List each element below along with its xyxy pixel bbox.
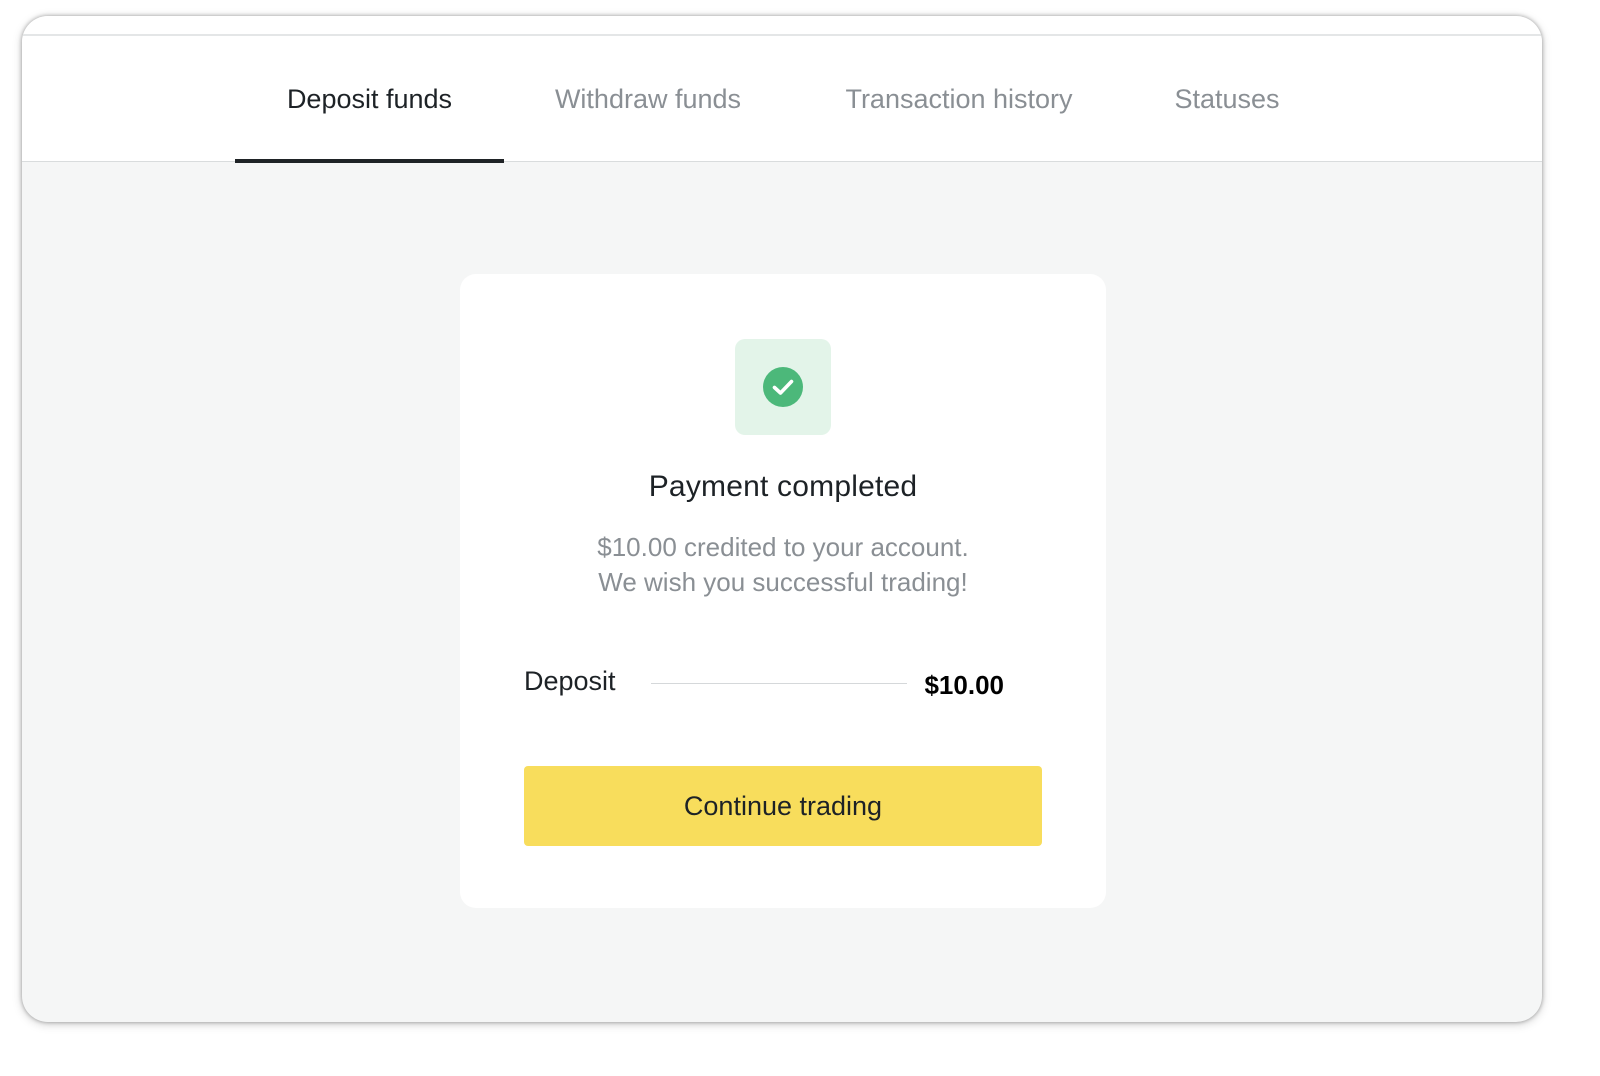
dotted-leader-line xyxy=(651,683,907,684)
check-circle-icon xyxy=(763,367,803,407)
tab-transaction-history[interactable]: Transaction history xyxy=(812,36,1106,162)
success-icon-container xyxy=(735,339,831,435)
app-window: Deposit funds Withdraw funds Transaction… xyxy=(22,16,1542,1022)
tab-withdraw-funds[interactable]: Withdraw funds xyxy=(522,36,774,162)
wish-message: We wish you successful trading! xyxy=(598,567,968,597)
deposit-amount: $10.00 xyxy=(924,670,1004,700)
deposit-summary-row: Deposit $10.00 xyxy=(524,666,1004,702)
payment-result-card: Payment completed $10.00 credited to you… xyxy=(460,274,1106,908)
top-divider xyxy=(22,16,1542,36)
tab-bar: Deposit funds Withdraw funds Transaction… xyxy=(22,36,1542,163)
credited-message: $10.00 credited to your account. xyxy=(597,532,969,562)
deposit-label: Deposit xyxy=(524,666,616,696)
tab-statuses[interactable]: Statuses xyxy=(1152,36,1302,162)
tab-deposit-funds[interactable]: Deposit funds xyxy=(235,36,504,163)
payment-title: Payment completed xyxy=(648,470,918,503)
continue-trading-button[interactable]: Continue trading xyxy=(524,766,1042,846)
